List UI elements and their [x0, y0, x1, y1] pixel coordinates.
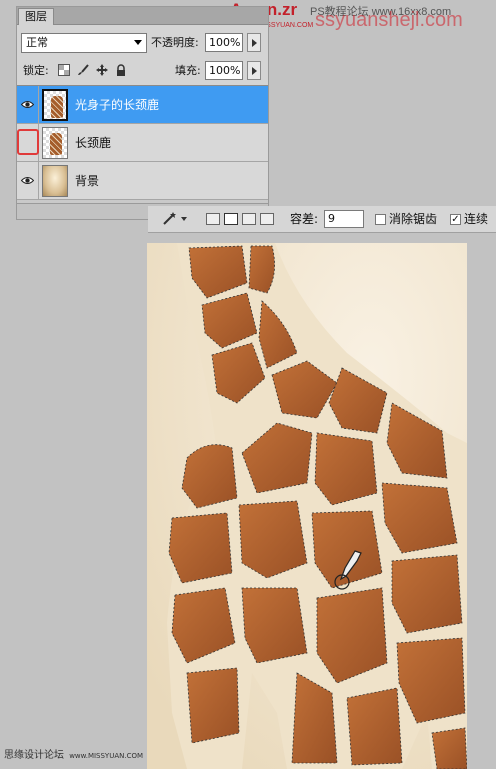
layer-thumbnail — [42, 165, 68, 197]
padlock-icon[interactable] — [114, 64, 128, 78]
blend-opacity-row: 正常 不透明度: 100% — [19, 33, 266, 55]
tool-options-bar: 容差: 9 消除锯齿 ✓ 连续 — [148, 206, 496, 233]
contiguous-label: 连续 — [464, 212, 489, 226]
layer-name: 背景 — [75, 174, 100, 188]
subtract-selection-icon[interactable] — [242, 213, 256, 225]
layers-list: 光身子的长颈鹿 长颈鹿 背景 — [17, 85, 268, 203]
move-icon[interactable] — [95, 64, 109, 78]
layer-name: 光身子的长颈鹿 — [75, 98, 160, 112]
footer-credit: 思缘设计论坛 www.MISSYUAN.COM — [4, 746, 143, 761]
tab-layers[interactable]: 图层 — [18, 8, 54, 25]
opacity-slider-button[interactable] — [247, 33, 261, 52]
tolerance-label: 容差: — [290, 212, 319, 226]
antialias-label: 消除锯齿 — [389, 212, 438, 226]
fill-slider-button[interactable] — [247, 61, 261, 80]
blend-mode-value: 正常 — [26, 36, 48, 49]
visibility-toggle[interactable] — [17, 124, 39, 162]
visibility-toggle[interactable] — [17, 162, 39, 200]
visibility-toggle[interactable] — [17, 86, 39, 124]
opacity-field[interactable]: 100% — [205, 33, 243, 52]
layer-thumbnail — [42, 89, 68, 121]
layer-row[interactable]: 长颈鹿 — [17, 124, 268, 162]
layers-panel: 图层 正常 不透明度: 100% 锁定: 填充: 100% 光身子的长颈鹿 长颈… — [16, 6, 269, 220]
transparency-lock-icon[interactable] — [57, 64, 71, 78]
giraffe-photo — [147, 243, 467, 769]
lock-fill-row: 锁定: 填充: 100% — [19, 61, 266, 83]
contiguous-checkbox[interactable]: ✓ — [450, 214, 461, 225]
fill-field[interactable]: 100% — [205, 61, 243, 80]
hidden-visibility-highlight — [17, 129, 39, 155]
antialias-checkbox[interactable] — [375, 214, 386, 225]
layer-thumbnail — [42, 127, 68, 159]
opacity-label: 不透明度: — [151, 36, 199, 49]
document-canvas[interactable] — [147, 243, 467, 769]
tolerance-field[interactable]: 9 — [324, 210, 364, 228]
fill-label: 填充: — [175, 64, 201, 77]
footer-credit-text: 思缘设计论坛 — [4, 750, 64, 761]
giraffe-thumbnail-image — [51, 96, 63, 118]
new-selection-icon[interactable] — [206, 213, 220, 225]
layer-row[interactable]: 背景 — [17, 162, 268, 200]
tool-preset-caret-icon[interactable] — [181, 217, 187, 221]
eye-icon — [21, 177, 34, 184]
lock-label: 锁定: — [23, 64, 49, 77]
giraffe-thumbnail-image — [50, 133, 62, 155]
footer-credit-url: www.MISSYUAN.COM — [69, 752, 144, 760]
blend-mode-select[interactable]: 正常 — [21, 33, 147, 53]
add-selection-icon[interactable] — [224, 213, 238, 225]
eye-icon — [21, 101, 34, 108]
intersect-selection-icon[interactable] — [260, 213, 274, 225]
layer-row[interactable]: 光身子的长颈鹿 — [17, 86, 268, 124]
chevron-down-icon — [134, 40, 142, 45]
panel-tabbar: 图层 — [17, 7, 268, 25]
magic-wand-icon[interactable] — [162, 211, 178, 229]
watermark-overlay: ssyuanshejl.com — [315, 9, 463, 31]
layer-name: 长颈鹿 — [75, 136, 112, 150]
brush-icon[interactable] — [76, 64, 90, 78]
